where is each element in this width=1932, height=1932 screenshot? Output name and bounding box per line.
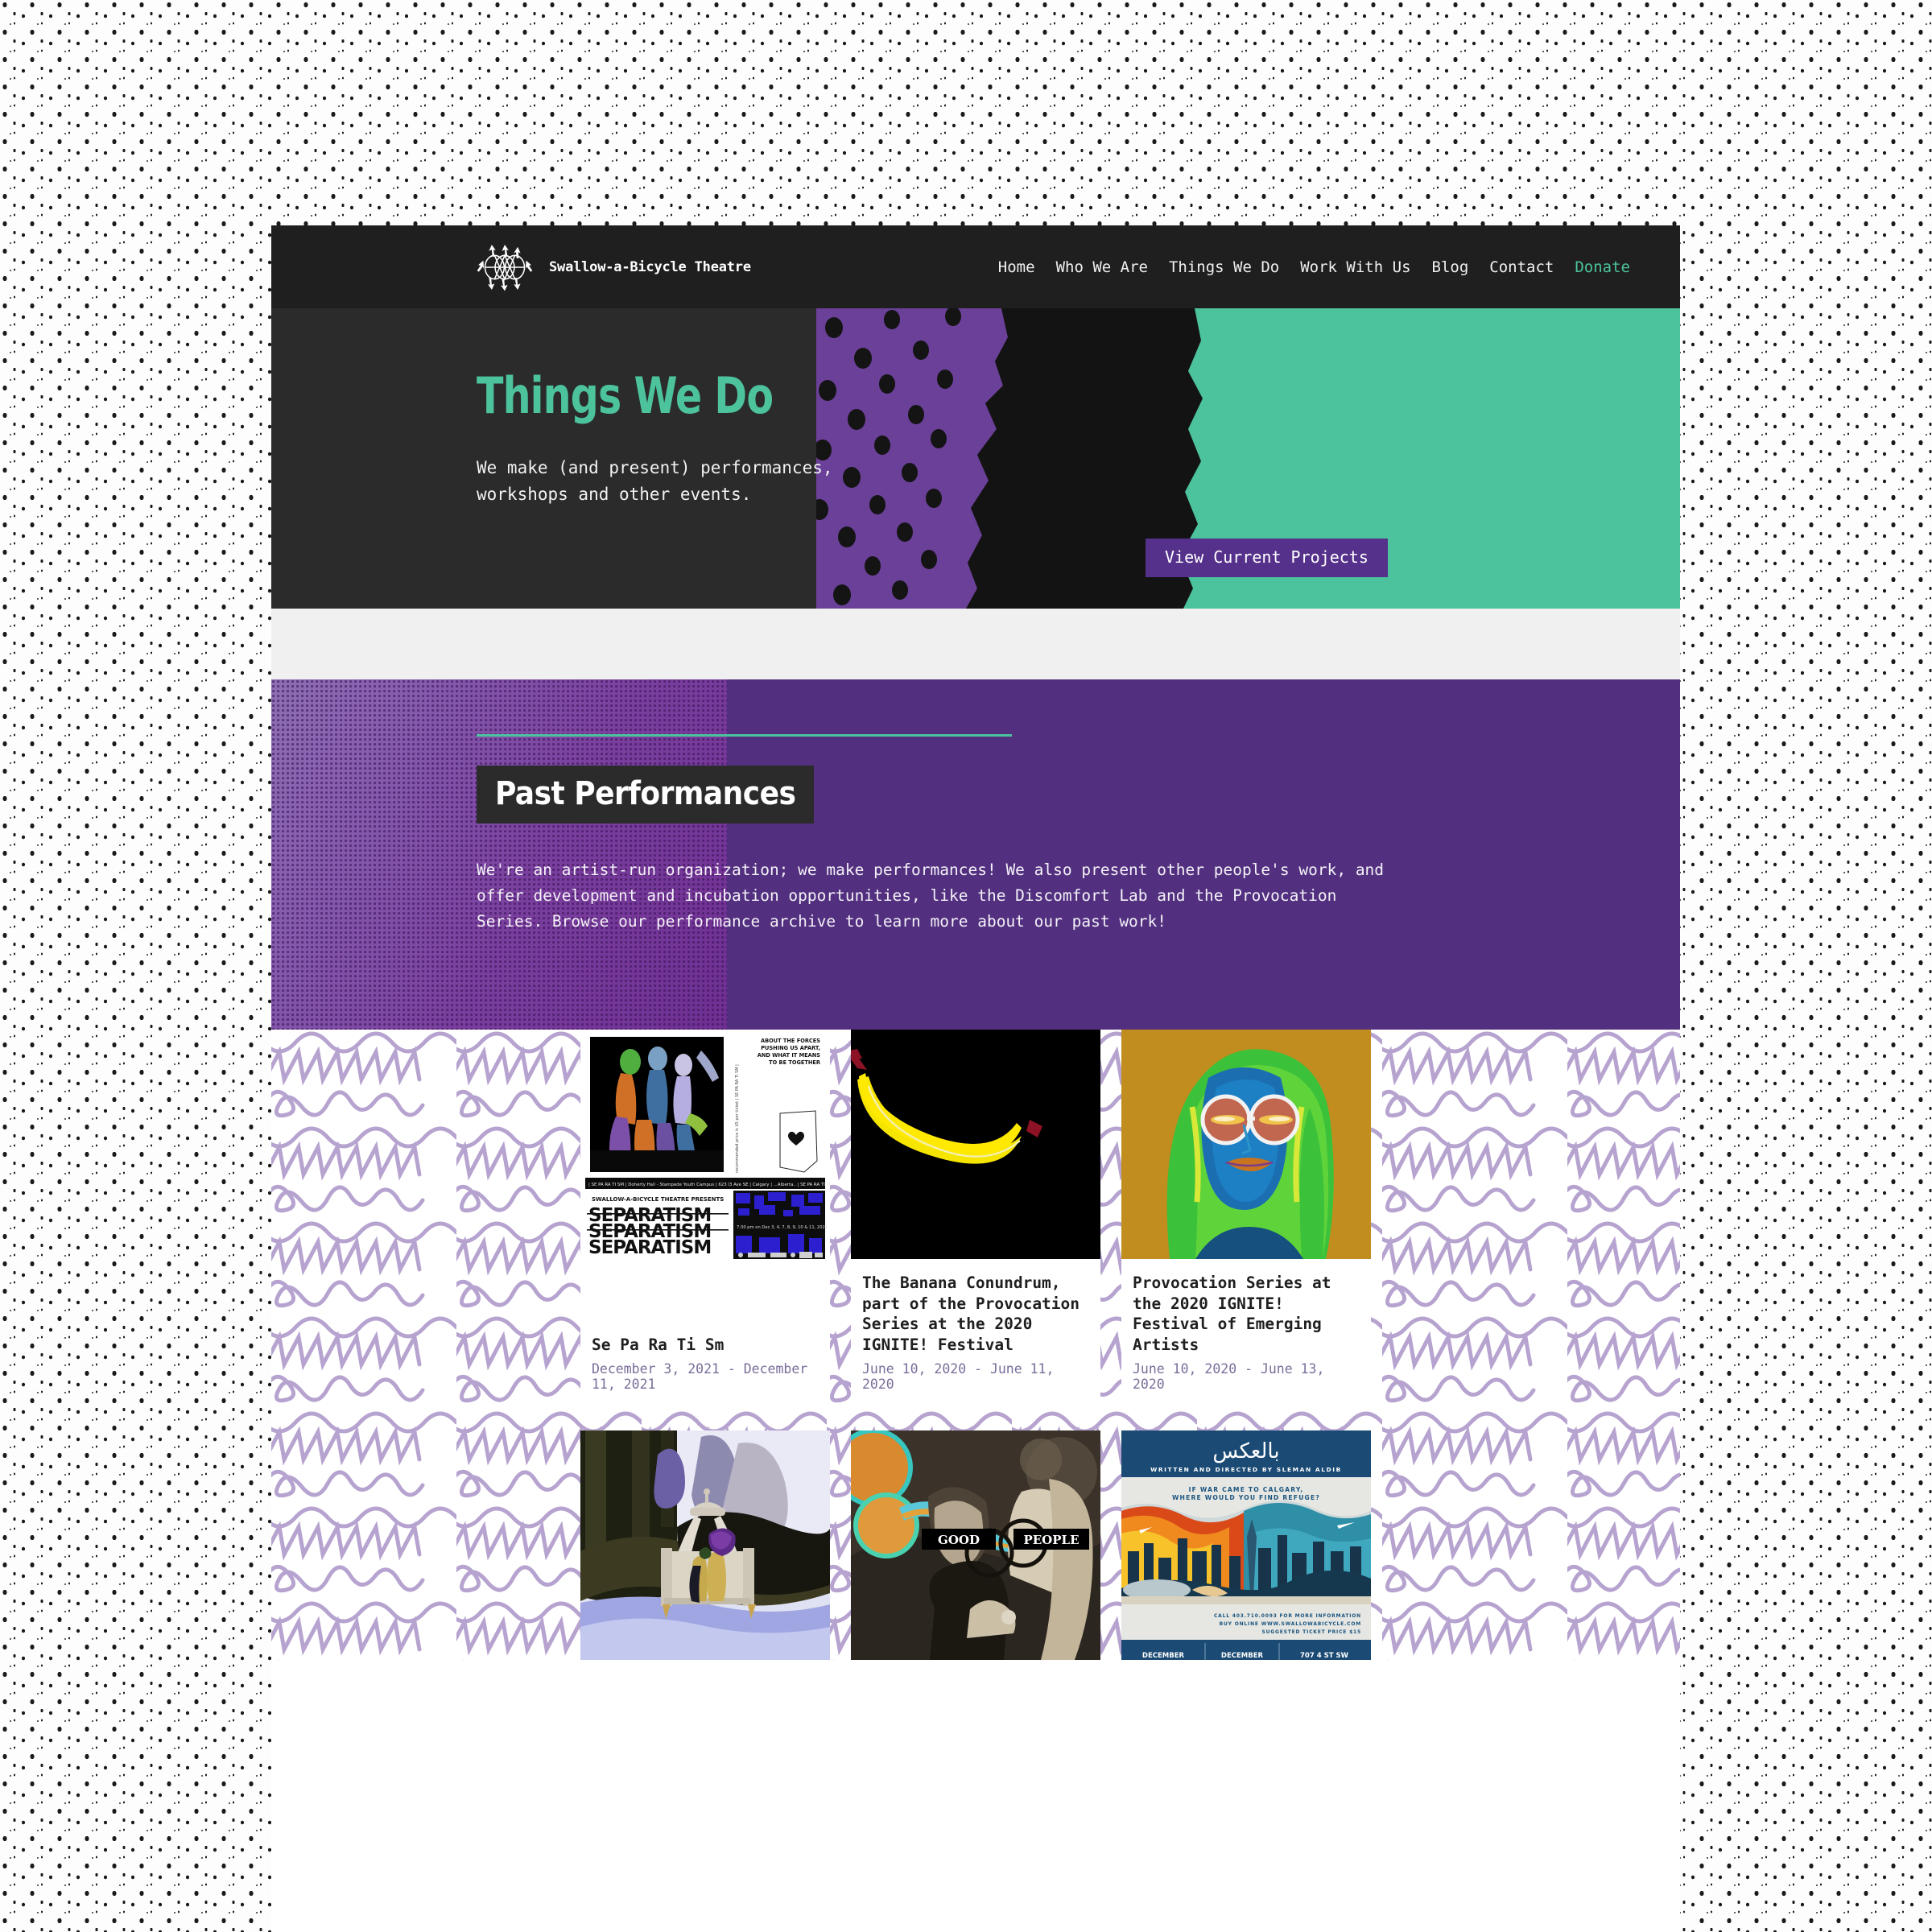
cards-row-2: GOOD PEOPLE بالعكس WRITTEN AND DIRECTED … bbox=[271, 1430, 1680, 1660]
list-item[interactable] bbox=[580, 1430, 830, 1660]
svg-text:| SE PA RA TI SM | Doherty Hal: | SE PA RA TI SM | Doherty Hall - Stampe… bbox=[588, 1183, 830, 1187]
poster-footer-right: 707 4 ST SW bbox=[1300, 1652, 1349, 1660]
nav-item-work-with-us[interactable]: Work With Us bbox=[1300, 258, 1410, 276]
brand-name: Swallow-a-Bicycle Theatre bbox=[549, 258, 751, 275]
svg-text:PUSHING US APART,: PUSHING US APART, bbox=[761, 1045, 820, 1051]
nav-item-contact[interactable]: Contact bbox=[1489, 258, 1554, 276]
past-performances-body: We're an artist-run organization; we mak… bbox=[477, 861, 1385, 931]
nav-item-home[interactable]: Home bbox=[998, 258, 1035, 276]
past-performances-section: Past Performances We're an artist-run or… bbox=[271, 679, 1680, 1030]
list-item[interactable]: Provocation Series at the 2020 IGNITE! F… bbox=[1121, 1029, 1371, 1410]
nav-item-blog[interactable]: Blog bbox=[1432, 258, 1469, 276]
list-item[interactable]: ABOUT THE FORCES PUSHING US APART, AND W… bbox=[580, 1029, 830, 1410]
cards-row-1: ABOUT THE FORCES PUSHING US APART, AND W… bbox=[271, 1029, 1680, 1410]
website-viewport: Swallow-a-Bicycle Theatre Home Who We Ar… bbox=[271, 225, 1680, 1932]
poster-info-line-3: SUGGESTED TICKET PRICE $15 bbox=[1261, 1629, 1361, 1635]
card-date: June 10, 2020 - June 11, 2020 bbox=[862, 1360, 1055, 1392]
site-header: Swallow-a-Bicycle Theatre Home Who We Ar… bbox=[271, 225, 1680, 308]
svg-text:recommended price is $5 per ti: recommended price is $5 per ticket | SE … bbox=[735, 1064, 740, 1173]
poster-credit: WRITTEN AND DIRECTED BY SLEMAN ALDIB bbox=[1150, 1466, 1342, 1473]
separatism-poster-thumbnail[interactable]: ABOUT THE FORCES PUSHING US APART, AND W… bbox=[580, 1029, 830, 1259]
card-date: December 3, 2021 - December 11, 2021 bbox=[592, 1360, 808, 1392]
poster-footer-mid: DECEMBER bbox=[1221, 1652, 1264, 1660]
past-performances-heading: Past Performances bbox=[477, 766, 815, 824]
card-title: Provocation Series at the 2020 IGNITE! F… bbox=[1133, 1273, 1331, 1355]
svg-text:SEPARATISM: SEPARATISM bbox=[588, 1237, 711, 1258]
view-current-projects-button[interactable]: View Current Projects bbox=[1146, 539, 1388, 577]
section-rule bbox=[477, 734, 1012, 737]
card-title: The Banana Conundrum, part of the Provoc… bbox=[862, 1273, 1080, 1355]
hero-subtitle: We make (and present) performances, work… bbox=[477, 458, 833, 505]
card-date: June 10, 2020 - June 13, 2020 bbox=[1133, 1360, 1325, 1392]
svg-text:SWALLOW-A-BICYCLE THEATRE PRES: SWALLOW-A-BICYCLE THEATRE PRESENTS bbox=[592, 1196, 724, 1203]
list-item[interactable]: GOOD PEOPLE bbox=[851, 1430, 1100, 1660]
poster-footer-left: DECEMBER bbox=[1142, 1652, 1185, 1660]
svg-text:AND WHAT IT MEANS: AND WHAT IT MEANS bbox=[758, 1052, 820, 1059]
nav-item-things-we-do[interactable]: Things We Do bbox=[1169, 258, 1279, 276]
overlay-label-good: GOOD bbox=[938, 1533, 980, 1547]
poster-question-line-1: IF WAR CAME TO CALGARY, bbox=[1189, 1486, 1304, 1493]
svg-text:7:30 pm on Dec 3, 4, 7, 8, 9,: 7:30 pm on Dec 3, 4, 7, 8, 9, 10 & 11, 2… bbox=[737, 1225, 828, 1230]
canopy-bed-forest-thumbnail[interactable] bbox=[580, 1430, 830, 1660]
nav-item-donate[interactable]: Donate bbox=[1575, 258, 1630, 276]
hero-section: Things We Do We make (and present) perfo… bbox=[271, 308, 1680, 609]
card-title: Se Pa Ra Ti Sm bbox=[592, 1335, 724, 1355]
poster-info-line-2: BUY ONLINE WWW.SWALLOWABICYCLE.COM bbox=[1220, 1621, 1361, 1627]
svg-text:TO BE TOGETHER: TO BE TOGETHER bbox=[769, 1059, 820, 1066]
list-item[interactable]: بالعكس WRITTEN AND DIRECTED BY SLEMAN AL… bbox=[1121, 1430, 1371, 1660]
banana-on-black-thumbnail[interactable] bbox=[851, 1029, 1100, 1259]
poster-info-line-1: CALL 403.710.0093 FOR MORE INFORMATION bbox=[1214, 1613, 1361, 1619]
svg-text:ABOUT THE FORCES: ABOUT THE FORCES bbox=[761, 1038, 820, 1044]
swallow-a-bicycle-logo-icon bbox=[477, 239, 533, 295]
poster-question-line-2: WHERE WOULD YOU FIND REFUGE? bbox=[1172, 1494, 1320, 1501]
nav-item-who-we-are[interactable]: Who We Are bbox=[1056, 258, 1148, 276]
performance-archive-grid: ABOUT THE FORCES PUSHING US APART, AND W… bbox=[271, 1029, 1680, 1660]
brand[interactable]: Swallow-a-Bicycle Theatre bbox=[477, 239, 751, 295]
hero-copy: Things We Do We make (and present) perfo… bbox=[477, 371, 927, 508]
page-title: Things We Do bbox=[477, 366, 774, 425]
poster-arabic-title: بالعكس bbox=[1212, 1439, 1279, 1463]
good-people-bubbles-thumbnail[interactable]: GOOD PEOPLE bbox=[851, 1430, 1100, 1660]
blue-green-portrait-thumbnail[interactable] bbox=[1121, 1029, 1371, 1259]
section-divider-strip bbox=[271, 609, 1680, 679]
main-navigation: Home Who We Are Things We Do Work With U… bbox=[998, 258, 1630, 276]
list-item[interactable]: The Banana Conundrum, part of the Provoc… bbox=[851, 1029, 1100, 1410]
bil-aks-poster-thumbnail[interactable]: بالعكس WRITTEN AND DIRECTED BY SLEMAN AL… bbox=[1121, 1430, 1371, 1660]
overlay-label-people: PEOPLE bbox=[1023, 1533, 1079, 1547]
